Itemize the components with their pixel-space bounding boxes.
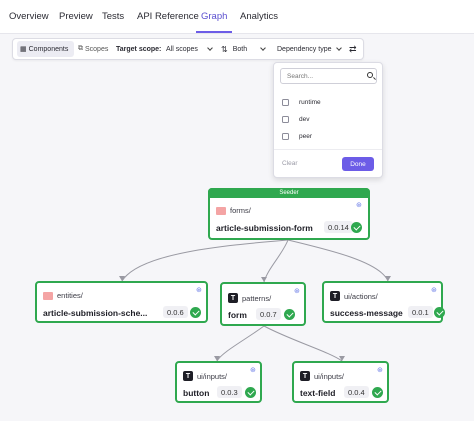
environment-icon: ⊛ (196, 287, 202, 294)
node-namespace: T ui/actions/ (330, 291, 378, 301)
folder-icon (216, 206, 226, 215)
environment-icon: ⊛ (377, 367, 383, 374)
check-icon (351, 222, 362, 233)
node-namespace: T patterns/ (228, 293, 271, 303)
check-icon (284, 309, 295, 320)
checkbox[interactable] (282, 98, 289, 106)
node-namespace: T ui/inputs/ (300, 371, 344, 381)
option-label: runtime (299, 98, 321, 106)
edge-form-to-success (287, 239, 389, 282)
node-name: button (183, 388, 210, 398)
seeder-badge: Seeder (208, 188, 370, 198)
check-icon (372, 387, 383, 398)
typescript-icon: T (330, 291, 340, 301)
edge-form-to-form (263, 239, 289, 283)
folder-icon (43, 291, 53, 300)
graph-node-success-message[interactable]: ⊛ T ui/actions/ success-message 0.0.1 (322, 281, 445, 323)
option-label: peer (299, 132, 313, 140)
check-icon (245, 387, 256, 398)
dependency-type-dropdown: runtime dev peer Clear Done (273, 62, 383, 178)
namespace-text: ui/actions/ (344, 291, 378, 301)
environment-icon: ⊛ (431, 287, 437, 294)
node-name: article-submission-form (216, 223, 313, 233)
option-dev[interactable]: dev (282, 114, 309, 124)
node-name: form (228, 310, 247, 320)
edge-form-to-button (216, 325, 265, 362)
namespace-text: entities/ (57, 291, 83, 300)
version-badge: 0.0.4 (344, 386, 369, 398)
edge-form-to-textfield (263, 325, 343, 362)
check-icon (190, 307, 201, 318)
checkbox[interactable] (282, 115, 289, 123)
edge-form-to-schema (121, 239, 289, 282)
done-button[interactable]: Done (342, 157, 374, 171)
version-badge: 0.0.6 (163, 306, 188, 318)
graph-node-article-submission-schema[interactable]: ⊛ entities/ article-submission-sche... 0… (35, 281, 208, 323)
typescript-icon: T (300, 371, 310, 381)
node-namespace: T ui/inputs/ (183, 371, 227, 381)
typescript-icon: T (228, 293, 238, 303)
option-label: dev (299, 115, 310, 123)
clear-button[interactable]: Clear (282, 160, 298, 167)
namespace-text: patterns/ (242, 293, 272, 303)
graph-node-text-field[interactable]: ⊛ T ui/inputs/ text-field 0.0.4 (292, 361, 389, 403)
version-badge: 0.0.7 (256, 308, 281, 320)
namespace-text: ui/inputs/ (197, 371, 228, 381)
search-icon (367, 72, 373, 78)
version-badge: 0.0.14 (324, 221, 353, 233)
graph-node-button[interactable]: ⊛ T ui/inputs/ button 0.0.3 (175, 361, 262, 403)
version-badge: 0.0.3 (217, 386, 242, 398)
node-name: article-submission-sche... (43, 308, 148, 318)
environment-icon: ⊛ (250, 367, 256, 374)
graph-node-article-submission-form[interactable]: Seeder ⊛ forms/ article-submission-form … (208, 188, 370, 240)
option-peer[interactable]: peer (282, 131, 312, 141)
environment-icon: ⊛ (356, 202, 362, 209)
node-namespace: forms/ (216, 206, 251, 215)
typescript-icon: T (183, 371, 193, 381)
namespace-text: ui/inputs/ (314, 371, 345, 381)
node-name: success-message (330, 308, 403, 318)
version-badge: 0.0.1 (408, 306, 433, 318)
dependency-search-input[interactable] (280, 68, 377, 84)
graph-node-form[interactable]: ⊛ T patterns/ form 0.0.7 (220, 282, 306, 326)
namespace-text: forms/ (230, 206, 251, 215)
divider (274, 149, 382, 150)
option-runtime[interactable]: runtime (282, 97, 321, 107)
node-name: text-field (300, 388, 336, 398)
checkbox[interactable] (282, 132, 289, 140)
environment-icon: ⊛ (294, 288, 300, 295)
check-icon (434, 307, 445, 318)
node-namespace: entities/ (43, 291, 83, 300)
